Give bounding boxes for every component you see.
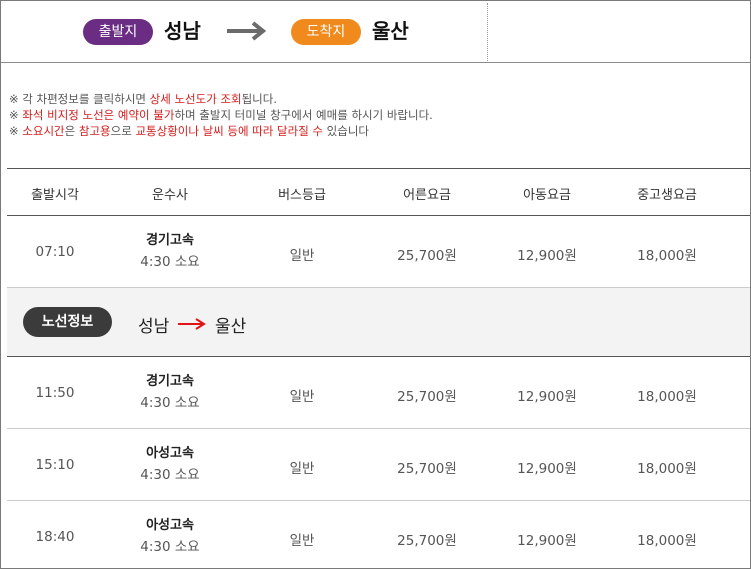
child-fare: 12,900원: [517, 389, 577, 405]
route-info-from: 성남: [138, 317, 170, 337]
child-fare: 12,900원: [517, 533, 577, 549]
child-fare: 12,900원: [517, 461, 577, 477]
adult-fare: 25,700원: [397, 389, 457, 405]
header-company: 운수사: [152, 188, 188, 203]
bus-schedule-panel: 출발지 성남 도착지 울산 ※ 각 차편정보를 클릭하시면 상세 노선도가 조회…: [0, 0, 751, 569]
student-fare: 18,000원: [637, 461, 697, 477]
table-header: 출발시각 운수사 버스등급 어른요금 아동요금 중고생요금: [7, 168, 750, 216]
company-name: 경기고속: [146, 374, 194, 389]
adult-fare: 25,700원: [397, 248, 457, 264]
duration: 4:30 소요: [140, 467, 200, 483]
table-row[interactable]: 15:10 아성고속 4:30 소요 일반 25,700원 12,900원 18…: [7, 429, 750, 501]
notice-line: ※ 좌석 비지정 노선은 예약이 불가하며 출발지 터미널 창구에서 예매를 하…: [9, 107, 433, 123]
arrival-city: 울산: [372, 19, 409, 43]
company-name: 아성고속: [146, 518, 194, 533]
notice-highlight: 좌석 비지정 노선은 예약이 불가: [22, 108, 175, 122]
departure-tag: 출발지: [83, 19, 153, 45]
notice-text: 으로: [110, 124, 136, 138]
child-fare: 12,900원: [517, 248, 577, 264]
adult-fare: 25,700원: [397, 461, 457, 477]
route-header: 출발지 성남 도착지 울산: [1, 1, 750, 63]
company-name: 경기고속: [146, 233, 194, 248]
table-row[interactable]: 18:40 아성고속 4:30 소요 일반 25,700원 12,900원 18…: [7, 501, 750, 568]
company-name: 아성고속: [146, 446, 194, 461]
route-info-to: 울산: [215, 317, 247, 337]
duration: 4:30 소요: [140, 254, 200, 270]
table-row[interactable]: 11:50 경기고속 4:30 소요 일반 25,700원 12,900원 18…: [7, 357, 750, 429]
company-cell: 아성고속 4:30 소요: [103, 516, 237, 558]
notice-text: ※: [9, 108, 23, 122]
header-divider: [487, 3, 488, 61]
adult-fare: 25,700원: [397, 533, 457, 549]
notice-highlight: 교통상황이나 날씨 등에 따라 달라질 수: [135, 124, 324, 138]
notice-line: ※ 각 차편정보를 클릭하시면 상세 노선도가 조회됩니다.: [9, 91, 433, 107]
header-student-fare: 중고생요금: [637, 188, 697, 203]
notice-line: ※ 소요시간은 참고용으로 교통상황이나 날씨 등에 따라 달라질 수 있습니다: [9, 123, 433, 139]
header-adult-fare: 어른요금: [403, 188, 451, 203]
schedule-table: 출발시각 운수사 버스등급 어른요금 아동요금 중고생요금 07:10 경기고속…: [7, 168, 750, 568]
departure-time: 11:50: [35, 385, 75, 401]
route-info-badge: 노선정보: [23, 307, 112, 337]
duration: 4:30 소요: [140, 539, 200, 555]
departure-city: 성남: [164, 19, 201, 43]
arrival-tag: 도착지: [291, 19, 361, 45]
bus-grade: 일반: [289, 248, 315, 264]
route-info-band: 노선정보 성남 울산: [7, 288, 750, 357]
notice-text: 하며 출발지 터미널 창구에서 예매를 하시기 바랍니다.: [174, 108, 433, 122]
company-cell: 경기고속 4:30 소요: [103, 372, 237, 414]
notice-text: 은: [64, 124, 79, 138]
notice-highlight: 참고용: [78, 124, 111, 138]
right-arrow-icon: [227, 21, 267, 41]
bus-grade: 일반: [289, 533, 315, 549]
notice-highlight: 소요시간: [22, 124, 65, 138]
company-cell: 경기고속 4:30 소요: [103, 231, 237, 273]
student-fare: 18,000원: [637, 248, 697, 264]
header-departure-time: 출발시각: [31, 188, 79, 203]
student-fare: 18,000원: [637, 389, 697, 405]
notice-block: ※ 각 차편정보를 클릭하시면 상세 노선도가 조회됩니다. ※ 좌석 비지정 …: [9, 91, 433, 139]
header-child-fare: 아동요금: [523, 188, 571, 203]
notice-highlight: 상세 노선도가 조회: [149, 92, 242, 106]
table-row[interactable]: 07:10 경기고속 4:30 소요 일반 25,700원 12,900원 18…: [7, 216, 750, 288]
departure-time: 18:40: [35, 529, 75, 545]
notice-text: 됩니다.: [241, 92, 277, 106]
bus-grade: 일반: [289, 389, 315, 405]
student-fare: 18,000원: [637, 533, 697, 549]
company-cell: 아성고속 4:30 소요: [103, 444, 237, 486]
departure-time: 07:10: [35, 244, 75, 260]
duration: 4:30 소요: [140, 395, 200, 411]
notice-text: ※: [9, 124, 23, 138]
departure-time: 15:10: [35, 457, 75, 473]
bus-grade: 일반: [289, 461, 315, 477]
right-arrow-icon: [178, 318, 206, 330]
header-bus-grade: 버스등급: [278, 188, 326, 203]
notice-text: ※ 각 차편정보를 클릭하시면: [9, 92, 150, 106]
notice-text: 있습니다: [323, 124, 369, 138]
